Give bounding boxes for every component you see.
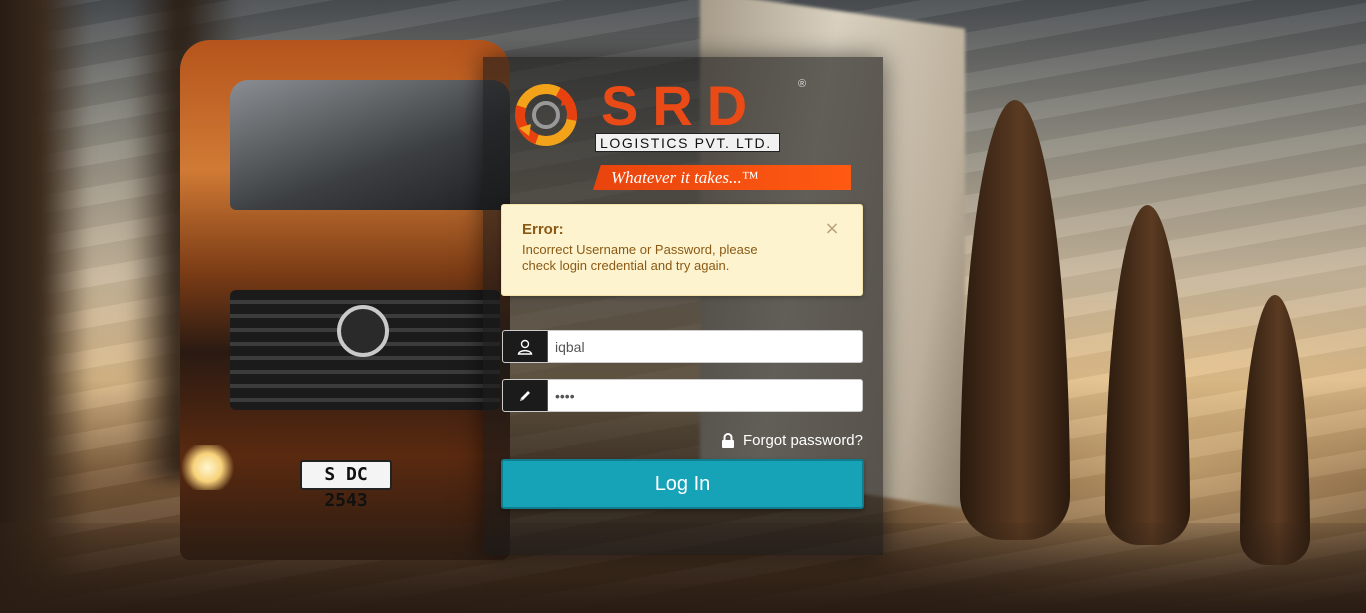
truck-emblem (337, 305, 389, 357)
username-field (502, 330, 863, 363)
error-alert: Error: Incorrect Username or Password, p… (501, 204, 863, 296)
logo-swirl-icon (515, 84, 577, 146)
brand-subtitle: LOGISTICS PVT. LTD. (595, 133, 780, 152)
company-logo: SRD ® LOGISTICS PVT. LTD. Whatever it ta… (513, 77, 853, 192)
login-panel: SRD ® LOGISTICS PVT. LTD. Whatever it ta… (483, 57, 883, 555)
forgot-password-link[interactable]: Forgot password? (721, 430, 863, 450)
pencil-icon (503, 380, 548, 411)
close-icon[interactable]: × (824, 220, 840, 238)
license-plate: S DC 2543 (300, 460, 392, 511)
brand-name: SRD (601, 74, 762, 137)
registered-mark: ® (798, 78, 807, 90)
user-icon (503, 331, 548, 362)
error-title: Error: (522, 221, 564, 238)
brand-tagline: Whatever it takes...™ (593, 165, 851, 190)
forgot-password-label: Forgot password? (742, 431, 863, 449)
error-message: Incorrect Username or Password, please c… (522, 242, 758, 273)
username-input[interactable] (548, 331, 862, 362)
password-input[interactable] (548, 380, 862, 411)
login-button[interactable]: Log In (501, 459, 864, 509)
password-field (502, 379, 863, 412)
lock-icon (721, 432, 734, 448)
